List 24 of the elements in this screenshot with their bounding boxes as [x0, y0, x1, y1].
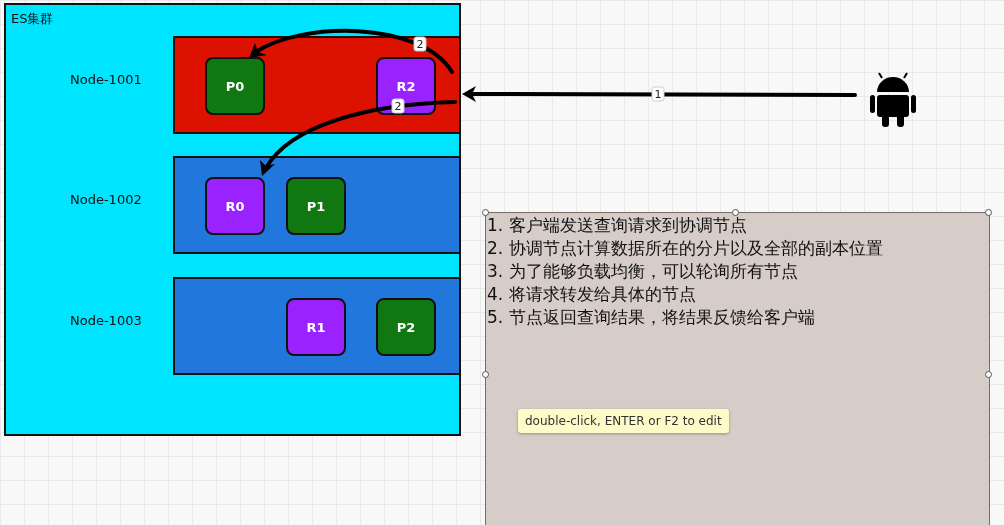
android-icon: [870, 72, 916, 127]
shard-block: P1: [286, 177, 346, 235]
resize-handle[interactable]: [482, 371, 489, 378]
resize-handle[interactable]: [985, 371, 992, 378]
node-label: Node-1003: [70, 313, 142, 329]
edge-label: 2: [391, 98, 405, 114]
resize-handle[interactable]: [985, 209, 992, 216]
shard-block: R1: [286, 298, 346, 356]
resize-handle[interactable]: [482, 209, 489, 216]
edge-label: 1: [651, 86, 665, 102]
tooltip: double-click, ENTER or F2 to edit: [518, 409, 729, 433]
edge-label: 2: [413, 36, 427, 52]
resize-handle[interactable]: [732, 209, 739, 216]
shard-block: P0: [205, 57, 265, 115]
step-text: 1. 客户端发送查询请求到协调节点: [486, 214, 748, 237]
cluster-title: ES集群: [11, 10, 54, 28]
step-text: 4. 将请求转发给具体的节点: [486, 283, 697, 306]
step-text: 2. 协调节点计算数据所在的分片以及全部的副本位置: [486, 237, 884, 260]
step-text: 5. 节点返回查询结果，将结果反馈给客户端: [486, 306, 816, 329]
node-label: Node-1001: [70, 72, 142, 88]
shard-block: R0: [205, 177, 265, 235]
node-label: Node-1002: [70, 192, 142, 208]
step-text: 3. 为了能够负载均衡，可以轮询所有节点: [486, 260, 799, 283]
shard-block: P2: [376, 298, 436, 356]
